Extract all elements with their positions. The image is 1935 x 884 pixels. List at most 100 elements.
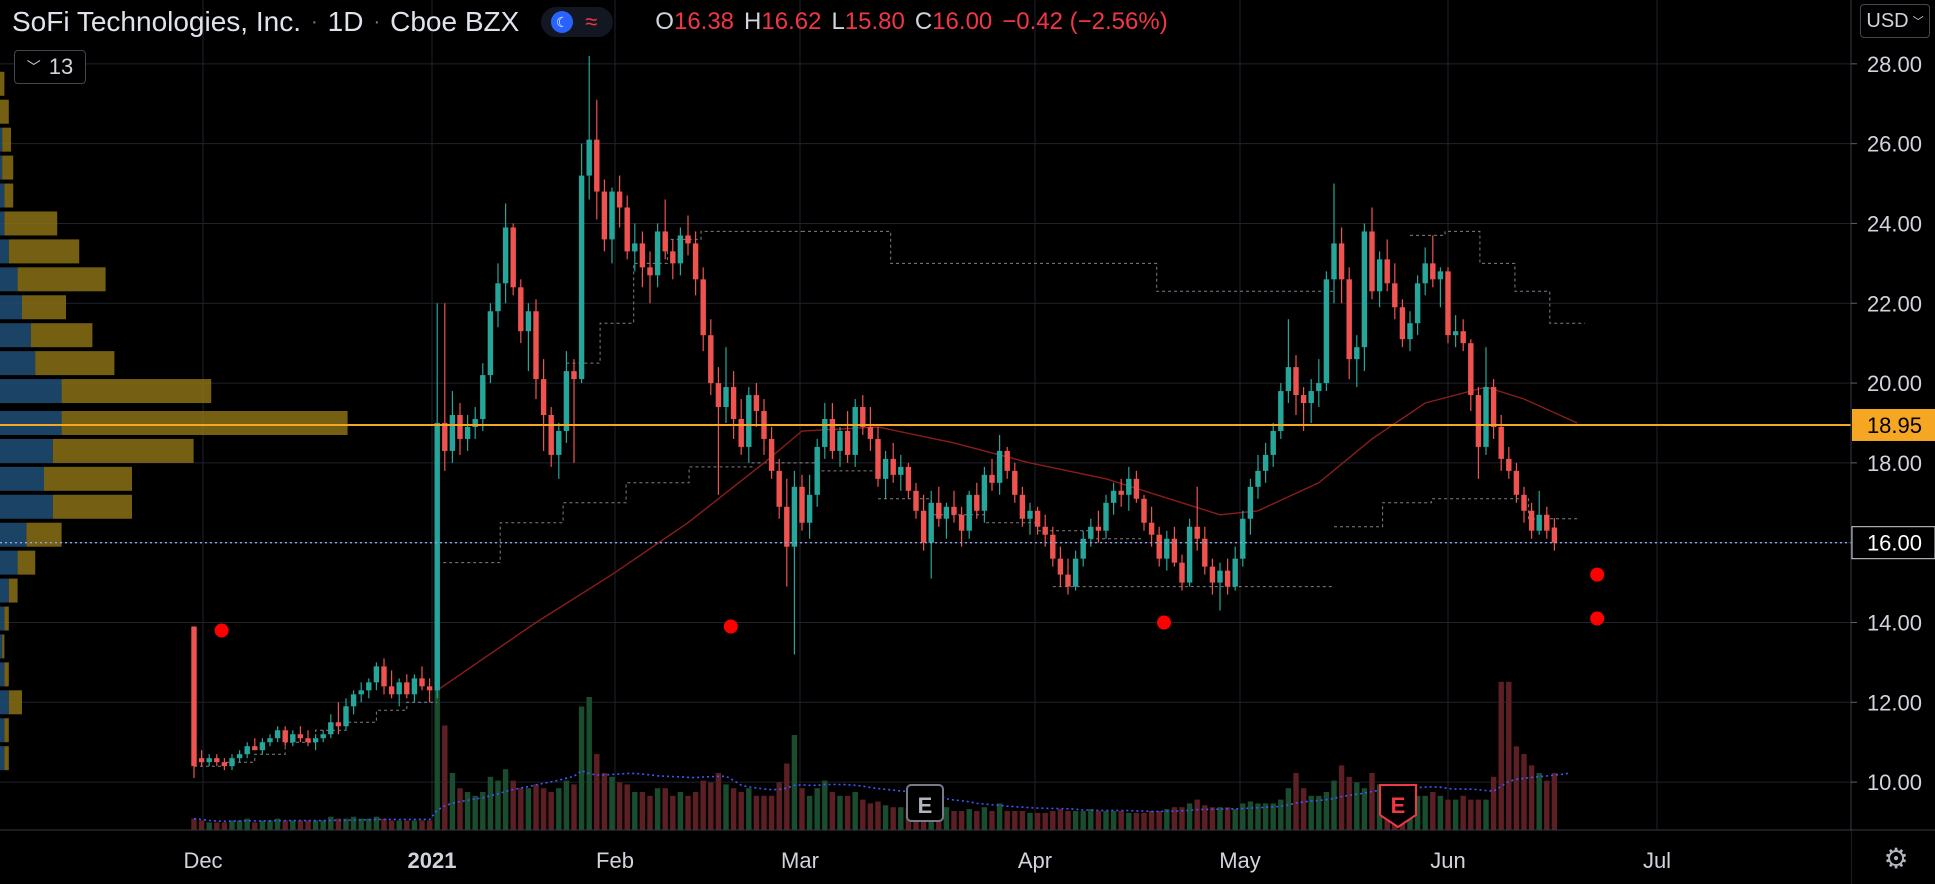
candle-body (373, 666, 380, 683)
candle (343, 698, 349, 731)
candle (480, 363, 486, 431)
exchange-label[interactable]: Cboe BZX (390, 6, 519, 38)
candle (852, 399, 858, 467)
candles[interactable] (191, 55, 1558, 779)
volume-bar (411, 820, 418, 830)
candle-body (951, 506, 957, 515)
volume-bar (647, 795, 653, 830)
candle (1126, 466, 1132, 511)
volume-bar (799, 788, 805, 830)
volume-bar (381, 818, 387, 830)
profile-down-bar (30, 323, 93, 348)
candle-body (654, 231, 661, 276)
volume-bar (1346, 776, 1352, 830)
candle-body (822, 418, 828, 447)
profile-up-bar (0, 438, 53, 463)
profile-up-bar (0, 662, 5, 687)
price-tick-label: 14.00 (1867, 611, 1922, 636)
candle (1521, 486, 1527, 523)
candle (457, 403, 463, 455)
price-chart[interactable]: EE 28.0026.0024.0022.0020.0018.0016.0014… (0, 0, 1935, 884)
candle (616, 175, 623, 228)
candle (1148, 506, 1155, 547)
gear-icon[interactable]: ⚙ (1880, 842, 1912, 874)
candle-body (290, 734, 296, 743)
candle (320, 730, 326, 743)
candle (1202, 526, 1208, 575)
red-dot-marker (1590, 567, 1605, 582)
candle-body (518, 287, 524, 332)
volume-bar (639, 792, 646, 830)
candle (1240, 510, 1246, 567)
profile-down-bar (8, 239, 80, 264)
volume-bar (1285, 788, 1292, 830)
candle-body (776, 470, 782, 507)
candle-body (1247, 486, 1254, 519)
session-pill[interactable]: ☾ ≈ (541, 7, 614, 37)
symbol-name[interactable]: SoFi Technologies, Inc. (12, 6, 301, 38)
interval-label[interactable]: 1D (328, 6, 364, 38)
candle-body (1414, 283, 1421, 324)
candle (768, 426, 775, 479)
volume-bar (616, 782, 623, 830)
time-tick-label: Feb (596, 848, 634, 873)
candle (890, 442, 896, 483)
time-axis[interactable]: Dec 2021 Feb Mar Apr May Jun Jul (0, 829, 1935, 884)
candle-body (1445, 271, 1451, 336)
candle (206, 754, 212, 767)
candle (244, 742, 250, 759)
volume-bar (1118, 811, 1124, 830)
volume-bars (191, 640, 1570, 830)
candle-body (1346, 279, 1352, 360)
volume-bar (388, 820, 395, 830)
candle (1528, 502, 1535, 539)
last-price-value: 16.00 (1867, 531, 1922, 556)
profile-up-bar (0, 295, 22, 320)
volume-bar (632, 792, 638, 830)
candle (1551, 517, 1558, 551)
volume-bar (1103, 811, 1109, 830)
volume-bar (624, 784, 630, 830)
candle (692, 231, 699, 296)
candle (411, 674, 418, 703)
candle-body (1217, 570, 1223, 583)
moon-icon[interactable]: ☾ (551, 11, 574, 33)
candle-body (768, 438, 775, 471)
candle (1255, 454, 1261, 499)
profile-down-bar (4, 183, 14, 208)
candle-body (609, 191, 615, 240)
candle-body (464, 426, 471, 439)
volume-bar (806, 795, 813, 830)
candle (1072, 550, 1079, 591)
profile-down-bar (2, 127, 12, 152)
signal-markers: EE (214, 567, 1605, 829)
candle (837, 426, 843, 467)
candle (1270, 422, 1276, 467)
wave-icon[interactable]: ≈ (579, 9, 603, 35)
candle (442, 303, 448, 471)
candle (974, 482, 980, 519)
open-label: O (655, 8, 674, 35)
candle-body (191, 626, 197, 767)
volume-bar (1513, 746, 1520, 830)
candle (875, 426, 881, 487)
candle-body (1270, 430, 1276, 455)
volume-bar (670, 795, 676, 830)
candle (1354, 335, 1360, 388)
candle-body (708, 335, 714, 384)
candle-body (1240, 518, 1246, 559)
volume-bar (837, 795, 843, 830)
candle-body (1452, 331, 1459, 336)
candle-body (1088, 526, 1094, 539)
volume-bar (305, 820, 311, 830)
volume-bar (236, 820, 243, 830)
candle-body (1460, 331, 1466, 344)
volume-bar (784, 763, 790, 830)
candle (784, 478, 790, 587)
candle-body (1148, 522, 1155, 535)
candle-body (312, 738, 319, 743)
currency-button[interactable]: USD ﹀ (1860, 4, 1930, 38)
price-axis[interactable]: 28.00 26.00 24.00 22.00 20.00 18.00 16.00 14.00… (1850, 0, 1935, 884)
candle (1012, 462, 1018, 503)
indicators-collapse-button[interactable]: ﹀ 13 (14, 50, 86, 84)
